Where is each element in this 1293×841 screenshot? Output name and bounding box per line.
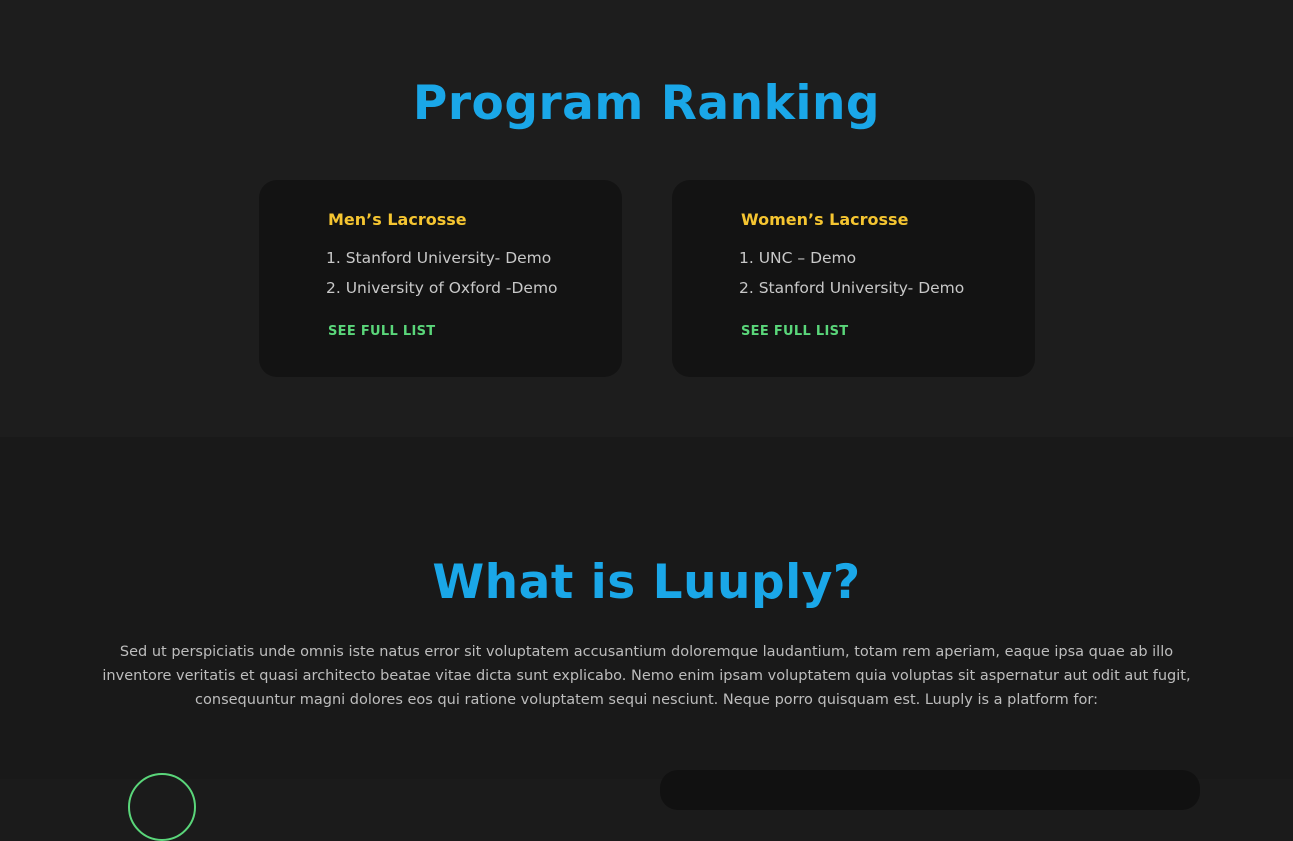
what-is-luuply-section: What is Luuply? Sed ut perspiciatis unde… xyxy=(0,437,1293,841)
list-item: 2. University of Oxford -Demo xyxy=(326,279,558,297)
about-description: Sed ut perspiciatis unde omnis iste natu… xyxy=(102,644,1191,708)
program-ranking-title: Program Ranking xyxy=(412,76,881,131)
program-ranking-section: Program Ranking Men’s Lacrosse 1. Stanfo… xyxy=(0,0,1293,437)
mens-lacrosse-card: Men’s Lacrosse 1. Stanford University- D… xyxy=(259,180,622,377)
feature-circle-icon xyxy=(128,773,196,841)
feature-panel xyxy=(660,770,1200,810)
list-item: 1. Stanford University- Demo xyxy=(326,249,552,267)
list-item: 2. Stanford University- Demo xyxy=(739,279,965,297)
mens-lacrosse-heading: Men’s Lacrosse xyxy=(328,210,467,229)
womens-ranking-list: 1. UNC – Demo 2. Stanford University- De… xyxy=(739,248,964,308)
what-is-luuply-title: What is Luuply? xyxy=(432,555,861,610)
womens-lacrosse-card: Women’s Lacrosse 1. UNC – Demo 2. Stanfo… xyxy=(672,180,1035,377)
womens-lacrosse-heading: Women’s Lacrosse xyxy=(741,210,909,229)
mens-ranking-list: 1. Stanford University- Demo 2. Universi… xyxy=(326,248,558,308)
list-item: 1. UNC – Demo xyxy=(739,249,857,267)
womens-see-full-list-link[interactable]: SEE FULL LIST xyxy=(741,324,848,339)
mens-see-full-list-link[interactable]: SEE FULL LIST xyxy=(328,324,435,339)
